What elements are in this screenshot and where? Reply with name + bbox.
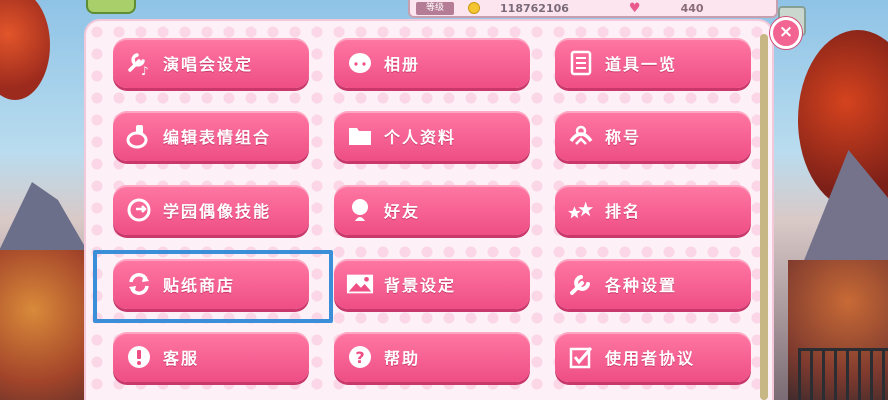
menu-profile-button[interactable]: 个人资料 <box>334 111 530 161</box>
stars-icon <box>567 196 595 224</box>
menu-label: 各种设置 <box>605 276 678 295</box>
face-icon <box>346 49 374 77</box>
svg-text:♪: ♪ <box>141 64 149 76</box>
menu-album-button[interactable]: 相册 <box>334 38 530 88</box>
menu-user-agreement-button[interactable]: 使用者协议 <box>555 332 751 382</box>
wrench-music-icon: ♪ <box>125 49 153 77</box>
menu-label: 排名 <box>605 202 642 221</box>
stamp-icon <box>125 122 153 150</box>
menu-items-list-button[interactable]: 道具一览 <box>555 38 751 88</box>
fence <box>798 348 888 400</box>
menu-sticker-shop-button[interactable]: 贴纸商店 <box>113 259 309 309</box>
skill-icon <box>125 196 153 224</box>
menu-label: 帮助 <box>384 349 421 368</box>
menu-label: 相册 <box>384 55 421 74</box>
menu-customer-service-button[interactable]: 客服 <box>113 332 309 382</box>
question-icon: ? <box>346 343 374 371</box>
menu-titles-button[interactable]: 称号 <box>555 111 751 161</box>
list-icon <box>567 49 595 77</box>
menu-label: 使用者协议 <box>605 349 696 368</box>
menu-label: 客服 <box>163 349 200 368</box>
lp-value: 440 <box>680 1 704 15</box>
menu-label: 个人资料 <box>384 128 457 147</box>
close-button[interactable]: × <box>770 17 802 49</box>
menu-school-idol-skills-button[interactable]: 学园偶像技能 <box>113 185 309 235</box>
hud-left-tab <box>86 0 136 14</box>
menu-various-settings-button[interactable]: 各种设置 <box>555 259 751 309</box>
title-badge-icon <box>567 122 595 150</box>
menu-ranking-button[interactable]: 排名 <box>555 185 751 235</box>
menu-label: 道具一览 <box>605 55 678 74</box>
menu-label: 演唱会设定 <box>163 55 254 74</box>
menu-label: 学园偶像技能 <box>163 202 272 221</box>
coin-icon <box>468 2 481 14</box>
menu-label: 称号 <box>605 128 642 147</box>
menu-label: 背景设定 <box>384 276 457 295</box>
menu-edit-stamp-set-button[interactable]: 编辑表情组合 <box>113 111 309 161</box>
picture-icon <box>346 270 374 298</box>
menu-help-button[interactable]: ? 帮助 <box>334 332 530 382</box>
menu-label: 贴纸商店 <box>163 276 236 295</box>
menu-background-settings-button[interactable]: 背景设定 <box>334 259 530 309</box>
menu-live-settings-button[interactable]: ♪ 演唱会设定 <box>113 38 309 88</box>
menu-label: 好友 <box>384 202 421 221</box>
folder-icon <box>346 122 374 150</box>
exclamation-icon <box>125 343 153 371</box>
scrollbar-thumb[interactable] <box>760 34 768 400</box>
top-hud: 等级 118762106 ♥ 440 <box>408 0 778 18</box>
money-value: 118762106 <box>500 1 569 15</box>
checkbox-icon <box>567 343 595 371</box>
friend-icon <box>346 196 374 224</box>
menu-label: 编辑表情组合 <box>163 128 272 147</box>
wrench-icon <box>567 270 595 298</box>
rank-label: 等级 <box>416 1 455 15</box>
svg-text:?: ? <box>355 348 364 367</box>
menu-friends-button[interactable]: 好友 <box>334 185 530 235</box>
heart-icon: ♥ <box>628 0 641 16</box>
refresh-icon <box>125 270 153 298</box>
